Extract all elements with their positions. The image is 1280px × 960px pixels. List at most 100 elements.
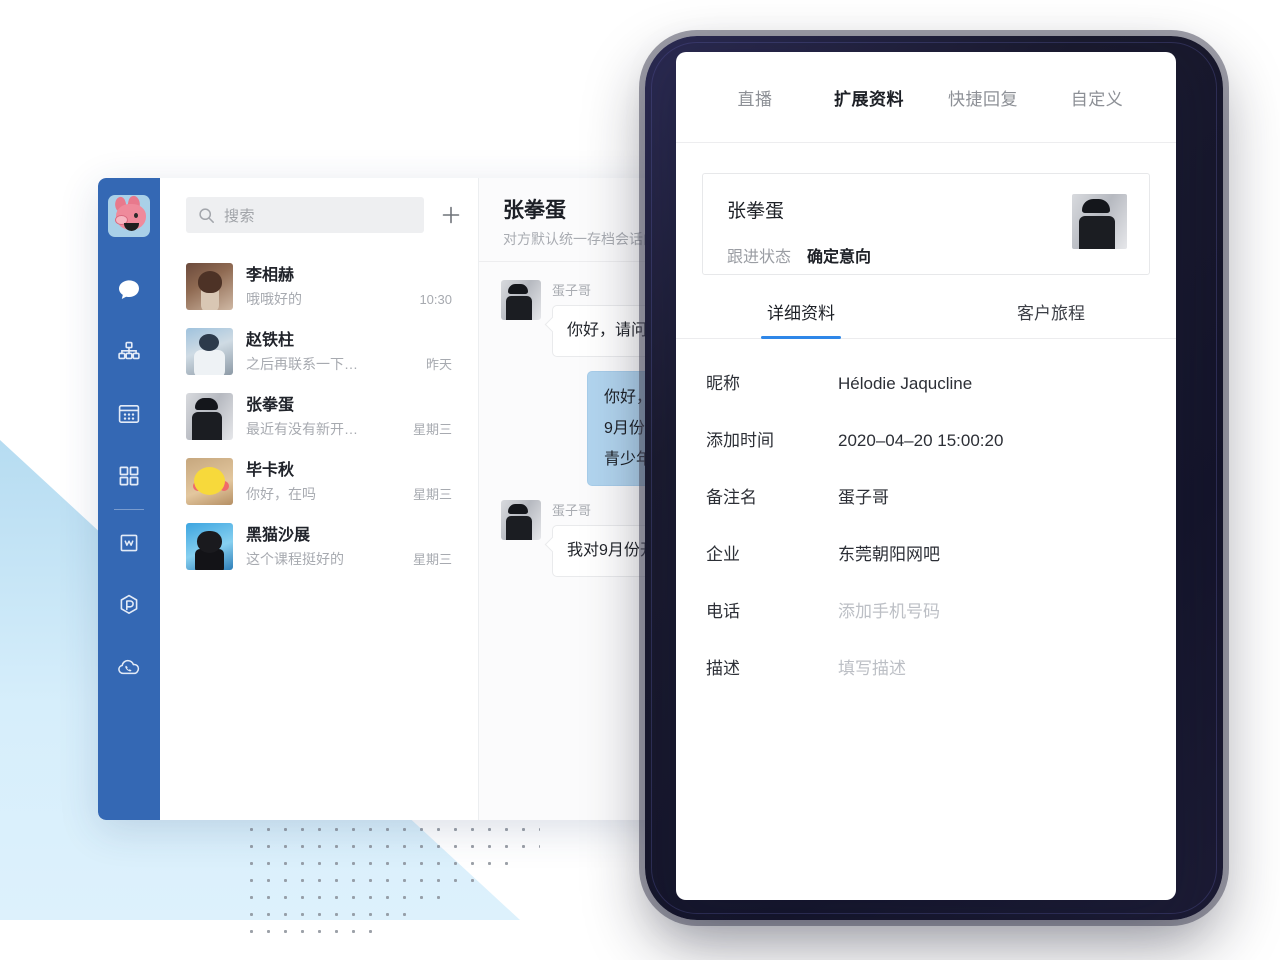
profile-detail-subtabs: 详细资料 客户旅程	[676, 299, 1176, 339]
customer-avatar	[1072, 194, 1127, 249]
chat-item-body: 张拳蛋 最近有没有新开… 星期三	[246, 395, 452, 439]
desktop-app-window: 搜索 李相赫 哦哦好的 10:30 赵铁柱 之后再联系一下… 昨天 张拳蛋 最近…	[98, 178, 720, 820]
org-structure-icon	[118, 341, 140, 360]
chat-item-meta: 哦哦好的 10:30	[246, 289, 452, 309]
profile-tab[interactable]: 快捷回复	[926, 85, 1040, 110]
chat-item-name: 毕卡秋	[246, 461, 295, 479]
w-box-icon	[120, 534, 138, 552]
pig-mouth-icon	[124, 223, 139, 231]
sidebar-item-wechat-plugin[interactable]	[98, 512, 160, 574]
follow-up-status-value[interactable]: 确定意向	[807, 243, 871, 267]
follow-up-status-row: 跟进状态 确定意向	[727, 243, 1125, 267]
profile-subtab[interactable]: 客户旅程	[926, 299, 1176, 338]
avatar	[186, 523, 233, 570]
profile-subtab[interactable]: 详细资料	[676, 299, 926, 338]
chat-item-preview: 最近有没有新开…	[246, 420, 358, 437]
profile-field-label: 备注名	[706, 488, 757, 507]
avatar	[186, 328, 233, 375]
search-row: 搜索	[160, 178, 478, 252]
search-icon	[199, 207, 214, 223]
customer-summary-card: 张拳蛋 跟进状态 确定意向	[702, 173, 1150, 275]
sidebar-item-messages[interactable]	[98, 259, 160, 321]
profile-field-row: 备注名 蛋子哥	[706, 483, 1150, 508]
chat-item-time: 昨天	[425, 356, 452, 372]
chat-list-item[interactable]: 李相赫 哦哦好的 10:30	[160, 254, 478, 319]
profile-field-row: 企业 东莞朝阳网吧	[706, 540, 1150, 565]
profile-tab[interactable]: 直播	[698, 85, 812, 110]
search-placeholder: 搜索	[224, 207, 256, 225]
profile-field-value[interactable]: 2020–04–20 15:00:20	[838, 431, 1003, 451]
profile-field-label: 昵称	[706, 374, 740, 393]
screenshot-stage: 搜索 李相赫 哦哦好的 10:30 赵铁柱 之后再联系一下… 昨天 张拳蛋 最近…	[0, 0, 1280, 960]
sidebar-nav-group-primary	[98, 259, 160, 698]
profile-field-value[interactable]: 蛋子哥	[838, 483, 889, 508]
profile-field-value[interactable]: 东莞朝阳网吧	[838, 540, 940, 565]
profile-panel-tabs: 直播 扩展资料 快捷回复 自定义	[676, 52, 1176, 143]
chat-item-meta: 这个课程挺好的 星期三	[246, 549, 452, 569]
avatar	[186, 393, 233, 440]
avatar	[186, 458, 233, 505]
avatar	[186, 263, 233, 310]
chat-item-body: 赵铁柱 之后再联系一下… 昨天	[246, 330, 452, 374]
sidebar-item-plugins[interactable]	[98, 574, 160, 636]
calendar-grid-icon	[118, 405, 140, 423]
chat-list-item[interactable]: 毕卡秋 你好，在吗 星期三	[160, 449, 478, 514]
chat-list-item[interactable]: 黑猫沙展 这个课程挺好的 星期三	[160, 514, 478, 579]
chat-item-name: 黑猫沙展	[246, 526, 311, 544]
chat-item-meta: 之后再联系一下… 昨天	[246, 354, 452, 374]
profile-field-label: 描述	[706, 659, 740, 678]
chat-item-preview: 之后再联系一下…	[246, 355, 358, 372]
chat-item-body: 李相赫 哦哦好的 10:30	[246, 265, 452, 309]
chat-item-time: 星期三	[412, 486, 452, 502]
chat-item-preview: 你好，在吗	[246, 485, 316, 502]
add-conversation-button[interactable]	[438, 202, 464, 228]
sidebar-item-contacts[interactable]	[98, 321, 160, 383]
chat-list-item[interactable]: 张拳蛋 最近有没有新开… 星期三	[160, 384, 478, 449]
chat-item-name: 李相赫	[246, 266, 295, 284]
profile-fields-list: 昵称 Hélodie Jaqucline 添加时间 2020–04–20 15:…	[676, 339, 1176, 711]
chat-item-time: 星期三	[412, 551, 452, 567]
search-input[interactable]: 搜索	[186, 197, 424, 233]
profile-field-value[interactable]: 添加手机号码	[838, 597, 940, 622]
chat-item-name: 赵铁柱	[246, 331, 295, 349]
chat-item-preview: 哦哦好的	[246, 290, 302, 307]
profile-tab[interactable]: 自定义	[1040, 85, 1154, 110]
hex-p-icon	[120, 594, 138, 614]
chat-item-body: 黑猫沙展 这个课程挺好的 星期三	[246, 525, 452, 569]
chat-item-meta: 最近有没有新开… 星期三	[246, 419, 452, 439]
sidebar-item-cloud-call[interactable]	[98, 636, 160, 698]
profile-field-row: 电话 添加手机号码	[706, 597, 1150, 622]
follow-up-status-label: 跟进状态	[727, 249, 792, 266]
profile-field-row: 添加时间 2020–04–20 15:00:20	[706, 426, 1150, 451]
profile-tab[interactable]: 扩展资料	[812, 85, 926, 110]
sidebar-divider	[114, 509, 144, 510]
chat-list-column: 搜索 李相赫 哦哦好的 10:30 赵铁柱 之后再联系一下… 昨天 张拳蛋 最近…	[160, 178, 479, 820]
apps-grid-icon	[119, 466, 139, 486]
chat-items-container: 李相赫 哦哦好的 10:30 赵铁柱 之后再联系一下… 昨天 张拳蛋 最近有没有…	[160, 252, 478, 579]
profile-field-row: 昵称 Hélodie Jaqucline	[706, 369, 1150, 394]
chat-item-time: 10:30	[419, 291, 452, 307]
customer-name: 张拳蛋	[727, 201, 785, 222]
chat-item-name: 张拳蛋	[246, 396, 295, 414]
profile-field-label: 添加时间	[706, 431, 774, 450]
profile-field-value[interactable]: Hélodie Jaqucline	[838, 374, 972, 394]
profile-field-label: 电话	[706, 602, 740, 621]
chat-item-meta: 你好，在吗 星期三	[246, 484, 452, 504]
chat-bubble-icon	[119, 280, 139, 299]
avatar	[501, 280, 541, 320]
chat-item-time: 星期三	[412, 421, 452, 437]
chat-list-item[interactable]: 赵铁柱 之后再联系一下… 昨天	[160, 319, 478, 384]
pig-avatar[interactable]	[108, 195, 150, 237]
profile-field-label: 企业	[706, 545, 740, 564]
app-sidebar	[98, 178, 160, 820]
chat-item-preview: 这个课程挺好的	[246, 550, 344, 567]
plus-icon	[442, 206, 460, 224]
sidebar-item-workbench[interactable]	[98, 445, 160, 507]
profile-field-value[interactable]: 填写描述	[838, 654, 906, 679]
sidebar-item-calendar[interactable]	[98, 383, 160, 445]
pig-eye-icon	[134, 213, 138, 218]
avatar	[501, 500, 541, 540]
chat-item-body: 毕卡秋 你好，在吗 星期三	[246, 460, 452, 504]
profile-field-row: 描述 填写描述	[706, 654, 1150, 679]
cloud-phone-icon	[118, 659, 140, 675]
